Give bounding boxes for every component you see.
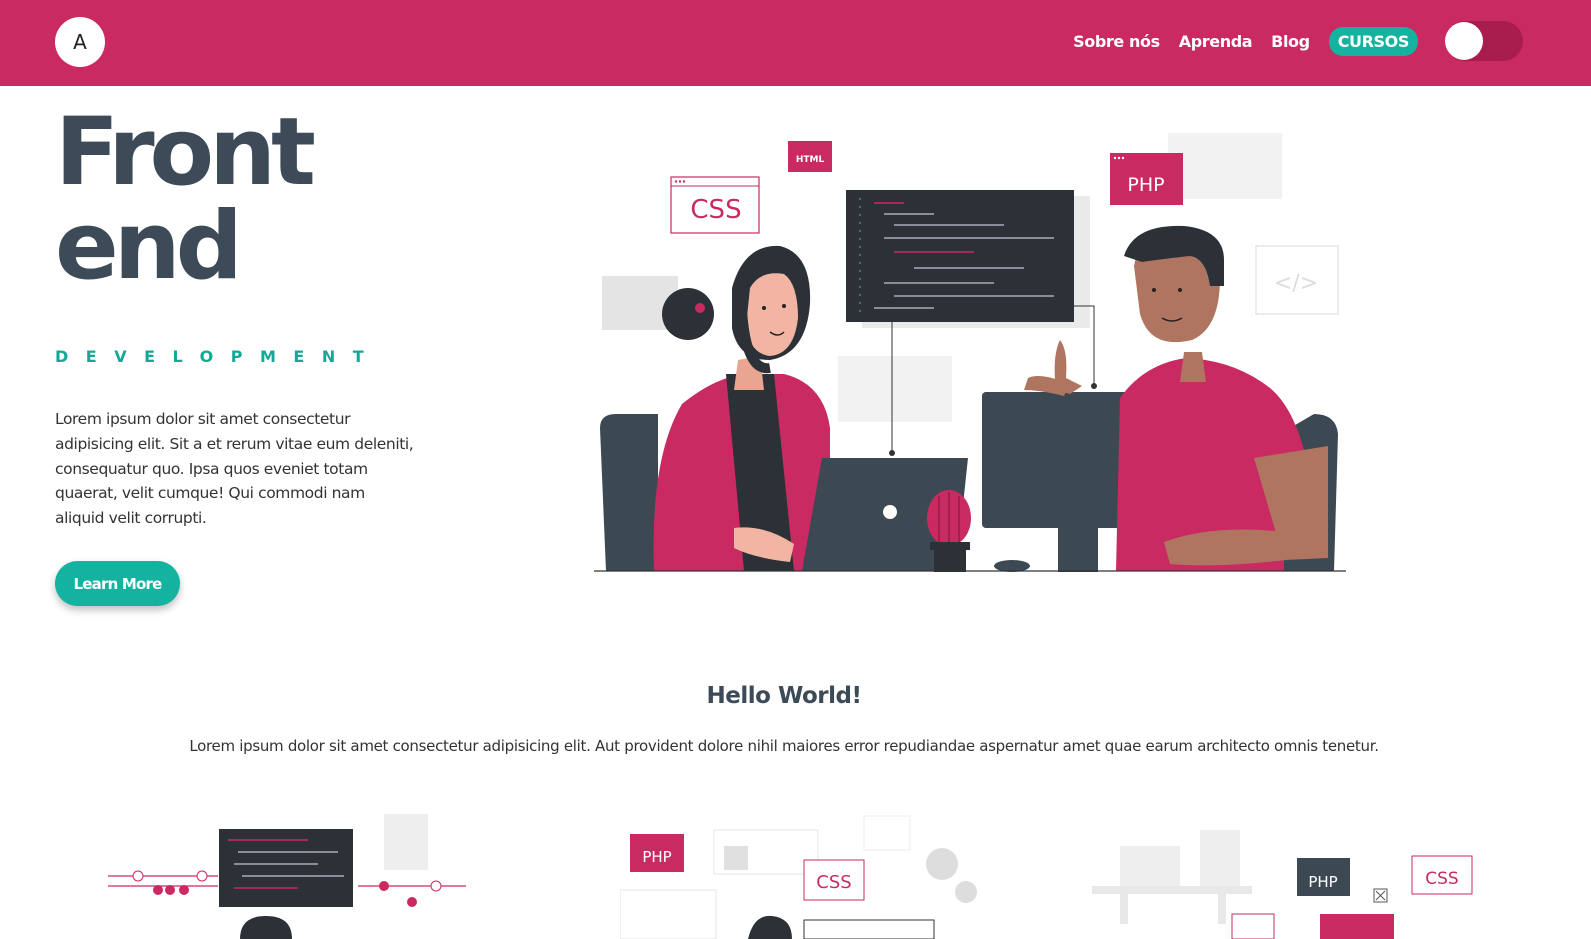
css-badge-label: CSS <box>816 872 851 893</box>
hero-title-line2: end <box>55 192 243 301</box>
bg-panel <box>1168 133 1282 199</box>
css-badge-label: CSS <box>690 195 741 225</box>
hero-description: Lorem ipsum dolor sit amet consectetur a… <box>55 410 414 528</box>
top-navbar: A Sobre nós Aprenda Blog CURSOS <box>0 0 1591 86</box>
hero-title-line1: Front <box>55 98 316 207</box>
theme-toggle-knob <box>1445 22 1483 60</box>
hero-subtitle: DEVELOPMENT <box>55 347 382 366</box>
card-illustration-git <box>108 814 466 939</box>
nav-link-sobre-nos[interactable]: Sobre nós <box>1073 32 1160 51</box>
logo[interactable]: A <box>55 17 105 67</box>
php-badge-label: PHP <box>642 848 671 866</box>
doc-panel <box>384 814 428 870</box>
bg-panel <box>838 356 952 422</box>
learn-more-button[interactable]: Learn More <box>55 561 180 606</box>
theme-toggle[interactable] <box>1445 21 1523 61</box>
section-title: Hello World! <box>706 683 862 709</box>
php-badge-label: PHP <box>1308 873 1337 891</box>
html-badge-label: HTML <box>796 155 825 165</box>
nav-link-aprenda[interactable]: Aprenda <box>1179 32 1253 51</box>
nav-link-blog[interactable]: Blog <box>1271 32 1310 51</box>
html-badge: HTML <box>788 141 832 172</box>
php-badge-label: PHP <box>1127 174 1164 196</box>
nav-link-cursos[interactable]: CURSOS <box>1328 27 1418 56</box>
css-badge: CSS <box>670 176 760 234</box>
section-description: Lorem ipsum dolor sit amet consectetur a… <box>189 737 1379 755</box>
css-badge-label: CSS <box>1425 869 1458 889</box>
card-illustration-web: PHP CSS <box>620 815 977 939</box>
main-nav: Sobre nós Aprenda Blog CURSOS <box>1073 27 1418 56</box>
code-icon: </> <box>1274 271 1318 296</box>
hero-title: Front end <box>55 106 316 294</box>
hero-illustration: </> CSS HTML PHP <box>594 133 1346 572</box>
php-badge: PHP <box>1110 153 1183 205</box>
logo-letter: A <box>73 30 87 54</box>
card-illustration-office: PHP CSS <box>1092 830 1473 939</box>
